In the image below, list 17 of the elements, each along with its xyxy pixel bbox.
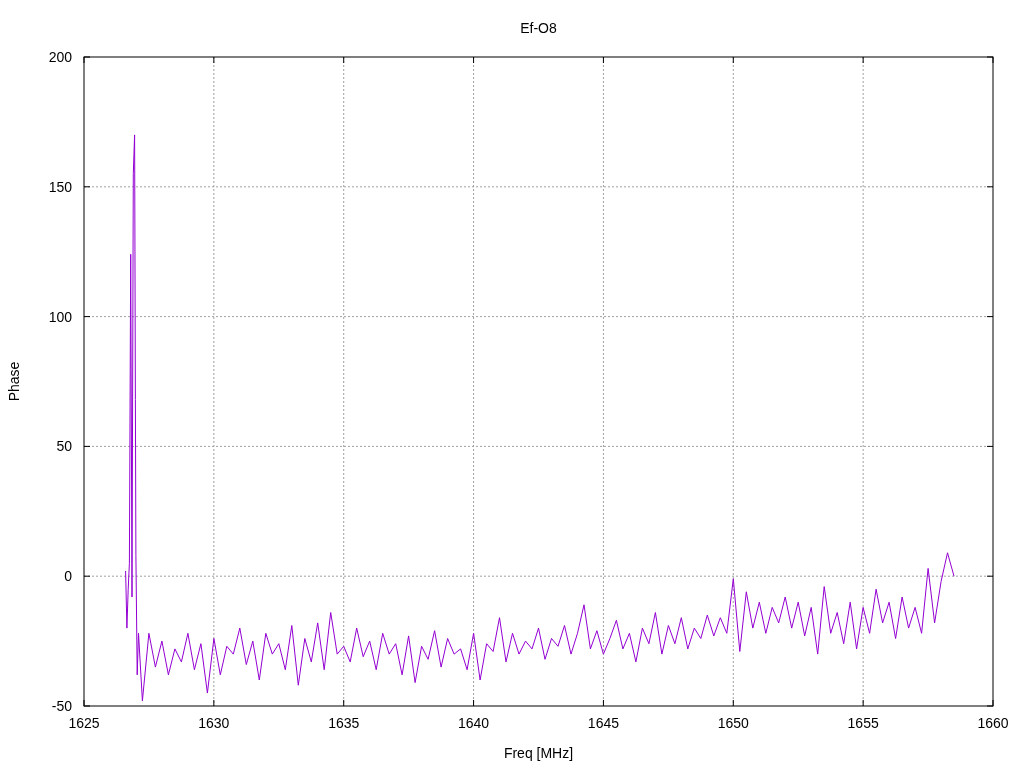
chart-title: Ef-O8 <box>520 20 557 36</box>
y-tick-label: 0 <box>64 568 72 585</box>
y-tick-label: 150 <box>48 178 72 195</box>
x-tick-label: 1625 <box>68 715 100 731</box>
x-tick-label: 1645 <box>587 715 619 731</box>
y-axis-label: Phase <box>6 361 22 402</box>
x-tick-label: 1635 <box>328 715 360 731</box>
x-tick-label: 1640 <box>458 715 490 731</box>
y-tick-label: -50 <box>51 698 72 714</box>
x-tick-label: 1630 <box>198 715 230 731</box>
x-axis-label: Freq [MHz] <box>503 745 574 761</box>
x-tick-label: 1655 <box>847 715 879 731</box>
y-tick-label: 100 <box>48 308 72 325</box>
y-tick-label: 50 <box>56 438 72 455</box>
y-tick-label: 200 <box>48 49 72 65</box>
x-tick-label: 1660 <box>977 715 1009 731</box>
x-tick-label: 1650 <box>717 715 749 731</box>
